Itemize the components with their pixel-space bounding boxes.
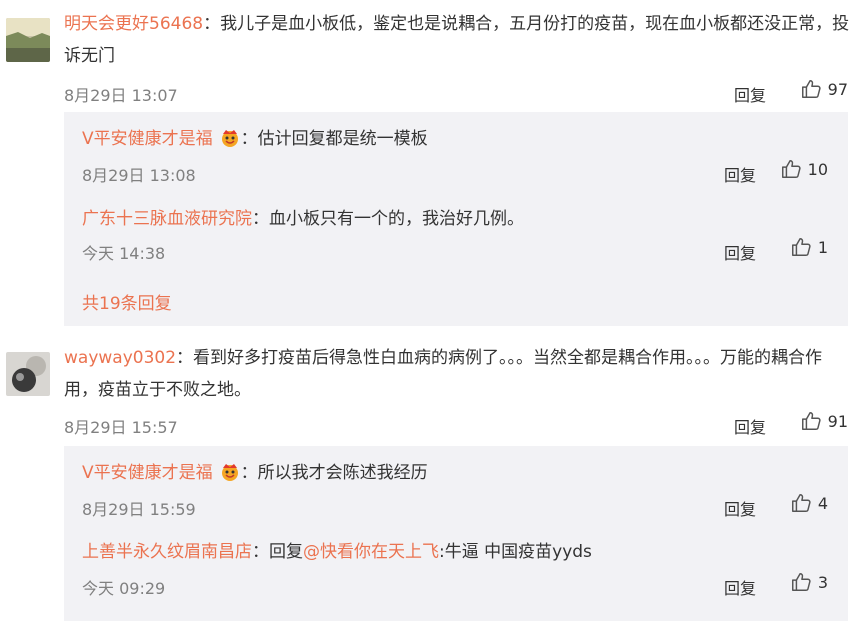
thumbs-up-icon — [801, 412, 821, 430]
reply-meta: 8月29日 13:08 回复 10 — [82, 158, 828, 186]
replies-panel: V平安健康才是福 ：所以我才会陈述我经历 8月29日 15:59 回复 4 上善… — [64, 446, 848, 621]
reply-username[interactable]: 广东十三脉血液研究院 — [82, 209, 252, 229]
comment-time: 8月29日 13:07 — [64, 86, 178, 105]
like-button[interactable]: 4 — [790, 492, 828, 514]
like-button[interactable]: 3 — [790, 571, 828, 593]
reply-body: ：所以我才会陈述我经历 — [240, 463, 428, 483]
like-button[interactable]: 10 — [780, 158, 828, 180]
thumbs-up-icon — [791, 494, 811, 512]
reply-prefix: ：回复 — [252, 542, 303, 562]
view-more-replies-link[interactable]: 共19条回复 — [82, 289, 172, 314]
reply-time: 8月29日 13:08 — [82, 166, 196, 185]
mention-link[interactable]: @快看你在天上飞 — [303, 542, 439, 562]
avatar[interactable] — [6, 352, 50, 396]
comment-meta: 8月29日 15:57 回复 91 — [64, 410, 848, 438]
like-count: 10 — [807, 159, 828, 179]
crown-icon — [221, 464, 238, 481]
like-button[interactable]: 1 — [790, 236, 828, 258]
thumbs-up-icon — [791, 238, 811, 256]
reply-item: 上善半永久纹眉南昌店：回复@快看你在天上飞:牛逼 中国疫苗yyds 今天 09:… — [82, 539, 832, 598]
reply-meta: 8月29日 15:59 回复 4 — [82, 492, 828, 520]
reply-body: ：血小板只有一个的，我治好几例。 — [252, 209, 524, 229]
comment-time: 8月29日 15:57 — [64, 418, 178, 437]
reply-body: :牛逼 中国疫苗yyds — [439, 542, 592, 562]
comment-body: ：看到好多打疫苗后得急性白血病的病例了。。。当然全都是耦合作用。。。万能的耦合作… — [64, 348, 823, 400]
like-button[interactable]: 91 — [800, 410, 848, 432]
thumbs-up-icon — [791, 573, 811, 591]
replies-panel: V平安健康才是福 ：估计回复都是统一模板 8月29日 13:08 回复 10 广… — [64, 112, 848, 326]
reply-text: 上善半永久纹眉南昌店：回复@快看你在天上飞:牛逼 中国疫苗yyds — [82, 539, 832, 565]
thumbs-up-icon — [801, 80, 821, 98]
crown-icon — [221, 130, 238, 147]
reply-item: V平安健康才是福 ：所以我才会陈述我经历 8月29日 15:59 回复 4 — [82, 460, 832, 519]
reply-button[interactable]: 回复 — [724, 240, 756, 264]
like-count: 97 — [827, 79, 848, 99]
reply-button[interactable]: 回复 — [724, 162, 756, 186]
reply-time: 今天 09:29 — [82, 579, 166, 598]
reply-text: 广东十三脉血液研究院：血小板只有一个的，我治好几例。 — [82, 206, 832, 232]
like-count: 4 — [817, 493, 828, 513]
reply-username[interactable]: 上善半永久纹眉南昌店 — [82, 542, 252, 562]
reply-item: V平安健康才是福 ：估计回复都是统一模板 8月29日 13:08 回复 10 — [82, 126, 832, 185]
reply-meta: 今天 14:38 回复 1 — [82, 236, 828, 264]
reply-button[interactable]: 回复 — [734, 82, 766, 106]
like-button[interactable]: 97 — [800, 78, 848, 100]
reply-time: 8月29日 15:59 — [82, 500, 196, 519]
comment-username[interactable]: 明天会更好56468 — [64, 14, 203, 34]
comment-username[interactable]: wayway0302 — [64, 348, 176, 368]
reply-button[interactable]: 回复 — [734, 414, 766, 438]
like-count: 1 — [817, 237, 828, 257]
thumbs-up-icon — [781, 160, 801, 178]
like-count: 91 — [827, 411, 848, 431]
reply-item: 广东十三脉血液研究院：血小板只有一个的，我治好几例。 今天 14:38 回复 1 — [82, 206, 832, 263]
reply-button[interactable]: 回复 — [724, 496, 756, 520]
comment-text: 明天会更好56468：我儿子是血小板低，鉴定也是说耦合，五月份打的疫苗，现在血小… — [64, 8, 854, 72]
reply-meta: 今天 09:29 回复 3 — [82, 571, 828, 599]
reply-body: ：估计回复都是统一模板 — [240, 129, 428, 149]
like-count: 3 — [817, 572, 828, 592]
reply-time: 今天 14:38 — [82, 244, 166, 263]
reply-username[interactable]: V平安健康才是福 — [82, 129, 213, 149]
reply-username[interactable]: V平安健康才是福 — [82, 463, 213, 483]
reply-text: V平安健康才是福 ：所以我才会陈述我经历 — [82, 460, 832, 486]
reply-button[interactable]: 回复 — [724, 575, 756, 599]
avatar[interactable] — [6, 18, 50, 62]
comment-meta: 8月29日 13:07 回复 97 — [64, 78, 848, 106]
reply-text: V平安健康才是福 ：估计回复都是统一模板 — [82, 126, 832, 152]
comment-text: wayway0302：看到好多打疫苗后得急性白血病的病例了。。。当然全都是耦合作… — [64, 342, 854, 406]
